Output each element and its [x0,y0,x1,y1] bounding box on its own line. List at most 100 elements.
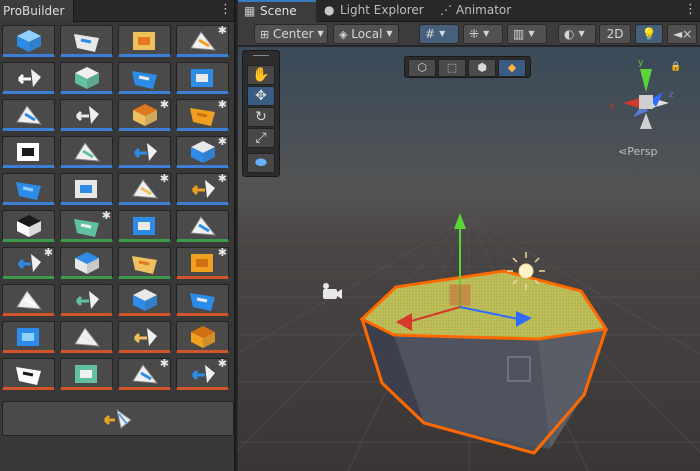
select-material-icon [75,180,97,198]
offset-elements-button[interactable]: ✱ [118,358,171,390]
move-tool-button[interactable]: ✥ [247,86,275,106]
fill-hole-button[interactable] [2,358,55,390]
pivot-rotation-dropdown[interactable]: ◈ Local ▼ [333,24,399,44]
gear-icon[interactable]: ✱ [160,358,169,369]
pivot-mode-dropdown[interactable]: ⊞ Center ▼ [254,24,328,44]
center-pivot-button[interactable] [2,210,55,242]
gear-icon[interactable]: ✱ [218,247,227,258]
scale-tool-button[interactable]: ⤢ [247,128,275,148]
connect-icon [190,293,215,311]
export-button[interactable]: ✱ [2,247,55,279]
kebab-icon[interactable]: ⋮ [684,3,697,17]
probuilder-tool-icon: ⬬ [255,155,267,171]
bridge-edges-button[interactable] [60,358,113,390]
scene-render: y x z 🔒 [238,47,700,471]
object-mode-button[interactable]: ⬡ [408,59,436,77]
delete-faces-button[interactable] [60,321,113,353]
offset-elements-icon [132,364,159,384]
new-shape-button[interactable] [2,25,55,57]
gear-icon[interactable]: ✱ [218,99,227,110]
2d-mode-toggle[interactable]: 2D [599,24,631,44]
overlay-drag-handle[interactable] [253,55,269,56]
2d-mode-label: 2D [606,27,624,41]
subdivide-button[interactable]: ✱ [176,173,229,205]
split-vertices-button[interactable] [2,284,55,316]
select-faces-button[interactable] [118,62,171,94]
tab-light-explorer[interactable]: ● Light Explorer [318,0,430,22]
bevel-icon [75,291,99,309]
flip-normals-icon [133,104,157,126]
gear-icon[interactable]: ✱ [160,173,169,184]
tab-animator[interactable]: ⋰ Animator [434,0,526,22]
freeze-transform-button[interactable]: ✱ [60,210,113,242]
chevron-down-icon: ▼ [528,29,535,38]
select-path-button[interactable] [60,136,113,168]
weld-vertices-button[interactable] [176,210,229,242]
fill-hole-icon [16,367,41,385]
gear-icon[interactable]: ✱ [44,247,53,258]
projection-label[interactable]: ⋖Persp [618,145,657,158]
bevel-button[interactable] [60,284,113,316]
kebab-icon[interactable]: ⋮ [219,3,232,17]
mirror-button[interactable] [60,99,113,131]
gear-icon[interactable]: ✱ [218,358,227,369]
uv-editor-button[interactable] [2,62,55,94]
merge-faces-button[interactable] [2,99,55,131]
tab-probuilder[interactable]: ProBuilder [0,0,74,22]
flip-edge-button[interactable] [2,401,234,436]
gear-icon[interactable]: ✱ [160,99,169,110]
select-hole-button[interactable]: ✱ [176,136,229,168]
select-material-button[interactable] [60,173,113,205]
shrink-selection-button[interactable] [118,136,171,168]
set-trigger-button[interactable] [118,210,171,242]
duplicate-faces-button[interactable] [118,321,171,353]
connect-button[interactable] [176,284,229,316]
audio-mute-icon: ◄× [673,27,693,41]
grid-snap-toggle[interactable]: # ▼ [419,24,459,44]
snap-increment-dropdown[interactable]: ⁜ ▼ [463,24,503,44]
rotate-tool-button[interactable]: ↻ [247,107,275,127]
grow-selection-button[interactable] [2,136,55,168]
chevron-down-icon: ▼ [483,29,490,38]
generate-uv2-button[interactable]: ✱ [118,173,171,205]
gizmo-lock-icon[interactable]: 🔒 [670,61,681,72]
add-face-icon [191,69,213,87]
gear-icon[interactable]: ✱ [218,25,227,36]
material-editor-button[interactable]: ✱ [176,25,229,57]
vertex-colors-button[interactable] [60,62,113,94]
hand-tool-button[interactable]: ✋ [247,65,275,85]
collapse-button[interactable] [2,321,55,353]
set-pivot-button[interactable]: ✱ [176,358,229,390]
select-loop-button[interactable] [2,173,55,205]
extrude-button[interactable] [118,247,171,279]
subdivide-icon [191,180,215,198]
tab-scene[interactable]: ▦ Scene [238,0,316,22]
grid-visibility-dropdown[interactable]: ▥ ▼ [507,24,547,44]
triangulate-button[interactable] [60,247,113,279]
smoothing-button[interactable] [118,25,171,57]
audio-toggle[interactable]: ◄× [667,24,697,44]
add-face-button[interactable] [176,62,229,94]
face-mode-button[interactable]: ◆ [498,59,526,77]
gear-icon[interactable]: ✱ [102,210,111,221]
new-poly-shape-button[interactable] [60,25,113,57]
detach-faces-button[interactable] [118,284,171,316]
edge-mode-button[interactable]: ⬢ [468,59,496,77]
lighting-toggle[interactable]: 💡 [635,24,663,44]
flip-normals-button[interactable]: ✱ [118,99,171,131]
vertex-mode-button[interactable]: ⬚ [438,59,466,77]
probuilder-tool-button[interactable]: ⬬ [247,153,275,173]
conform-normals-button[interactable]: ✱ [176,99,229,131]
triangulate-icon [75,252,99,274]
gear-icon[interactable]: ✱ [218,136,227,147]
insert-edge-loop-button[interactable] [176,321,229,353]
scene-viewport[interactable]: y x z 🔒 ✋ ✥ ↻ ⤢ ⬬ ⬡ ⬚ ⬢ ◆ ⋖Persp [238,47,700,471]
shading-mode-dropdown[interactable]: ◐ ▼ [558,24,596,44]
gear-icon[interactable]: ✱ [218,173,227,184]
conform-normals-icon [190,108,215,126]
export-icon [17,254,41,272]
collapse-icon [17,328,39,346]
pivot-center-icon: ⊞ [260,28,270,41]
subdivide-edges-button[interactable]: ✱ [176,247,229,279]
vertex-colors-icon [75,67,99,89]
